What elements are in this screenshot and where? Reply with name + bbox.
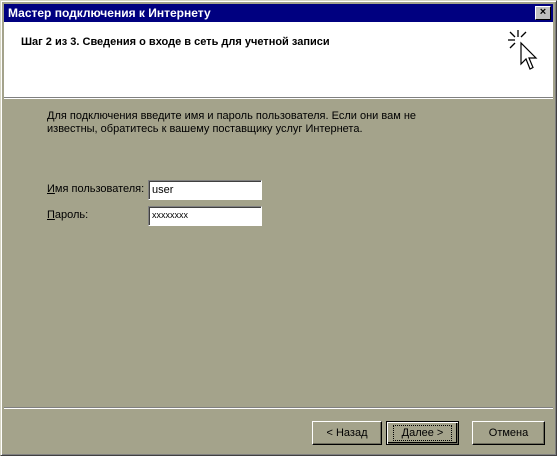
header-separator — [4, 97, 553, 99]
username-label: Имя пользователя: — [47, 183, 144, 195]
wizard-cursor-icon — [508, 30, 538, 70]
password-label-text: ароль: — [54, 209, 89, 221]
window-title: Мастер подключения к Интернету — [8, 6, 211, 20]
wizard-header: Шаг 2 из 3. Сведения о входе в сеть для … — [4, 22, 553, 97]
back-button[interactable]: < Назад — [312, 421, 382, 445]
instructions-text: Для подключения введите имя и пароль пол… — [47, 110, 417, 135]
password-input[interactable]: xxxxxxxx — [148, 206, 262, 226]
username-label-mnemonic: И — [47, 183, 55, 195]
password-label: Пароль: — [47, 209, 88, 221]
step-title: Шаг 2 из 3. Сведения о входе в сеть для … — [21, 36, 330, 48]
close-icon: × — [539, 6, 547, 18]
username-label-text: мя пользователя: — [54, 183, 145, 195]
back-button-label: < Назад — [326, 426, 368, 439]
password-label-mnemonic: П — [47, 209, 55, 221]
username-input[interactable]: user — [148, 180, 262, 200]
next-button[interactable]: Далее > — [386, 421, 459, 445]
cancel-button[interactable]: Отмена — [472, 421, 545, 445]
close-button[interactable]: × — [535, 6, 551, 20]
title-bar[interactable]: Мастер подключения к Интернету × — [4, 4, 553, 22]
cancel-button-label: Отмена — [488, 426, 529, 439]
wizard-window: Мастер подключения к Интернету × Шаг 2 и… — [0, 0, 557, 456]
footer-separator — [4, 407, 553, 409]
next-button-label: Далее > — [392, 424, 453, 441]
